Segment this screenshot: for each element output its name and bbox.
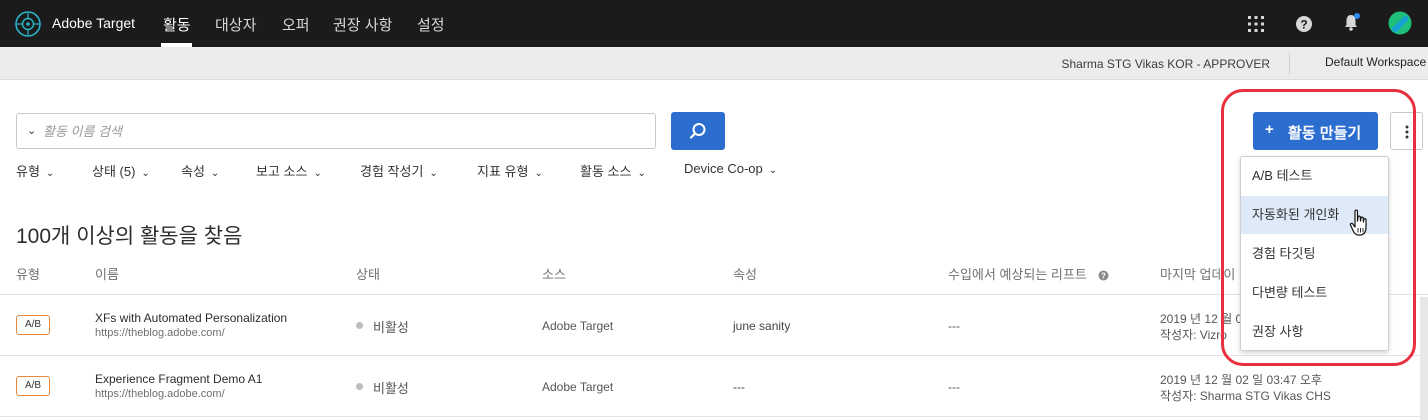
- activity-author: 작성자: Vizro: [1160, 328, 1227, 342]
- chevron-down-icon: ⌄: [141, 168, 150, 179]
- activity-type-badge: A/B: [16, 315, 50, 335]
- filter-label: 상태 (5): [92, 164, 136, 179]
- column-header-revenue-lift[interactable]: 수입에서 예상되는 리프트 ?: [948, 264, 1109, 283]
- filter-label: Device Co-op: [684, 161, 763, 176]
- activity-property: june sanity: [733, 319, 791, 333]
- chevron-down-icon: ⌄: [534, 168, 543, 179]
- workspace-selector[interactable]: Default Workspace: [1325, 55, 1426, 69]
- scrollbar[interactable]: [1420, 297, 1428, 420]
- chevron-down-icon[interactable]: ⌄: [27, 124, 36, 137]
- column-header-status[interactable]: 상태: [356, 264, 380, 283]
- activity-status: 비활성: [373, 320, 409, 335]
- top-navigation-bar: Adobe Target 활동 대상자 오퍼 권장 사항 설정 ?: [0, 0, 1428, 47]
- activity-source: Adobe Target: [542, 319, 614, 333]
- activity-status: 비활성: [373, 381, 409, 396]
- filter-label: 보고 소스: [256, 164, 308, 179]
- divider: [1289, 53, 1290, 75]
- app-name[interactable]: Adobe Target: [52, 15, 135, 31]
- avatar[interactable]: [1388, 11, 1412, 35]
- column-header-source[interactable]: 소스: [542, 264, 566, 283]
- filter-label: 속성: [181, 164, 205, 179]
- nav-settings[interactable]: 설정: [417, 14, 445, 35]
- table-row[interactable]: A/B Experience Fragment Demo A1 https://…: [0, 356, 1428, 417]
- activity-url: https://theblog.adobe.com/: [95, 388, 225, 400]
- search-button[interactable]: [671, 112, 725, 150]
- user-role: Sharma STG Vikas KOR - APPROVER: [1061, 57, 1270, 71]
- chevron-down-icon: ⌄: [637, 168, 646, 179]
- status-dot: [356, 322, 363, 329]
- activity-author: 작성자: Sharma STG Vikas CHS: [1160, 389, 1331, 403]
- filter-type[interactable]: 유형 ⌄: [16, 161, 54, 180]
- activity-type-badge: A/B: [16, 376, 50, 396]
- column-header-type[interactable]: 유형: [16, 264, 40, 283]
- help-icon[interactable]: ?: [1098, 270, 1109, 281]
- filter-label: 지표 유형: [477, 164, 529, 179]
- filter-device-coop[interactable]: Device Co-op ⌄: [684, 161, 777, 176]
- search-input[interactable]: [43, 121, 643, 141]
- target-logo-icon[interactable]: [15, 11, 41, 37]
- column-header-label: 수입에서 예상되는 리프트: [948, 267, 1087, 282]
- column-header-name[interactable]: 이름: [95, 264, 119, 283]
- nav-activities[interactable]: 활동: [163, 14, 191, 35]
- activity-property: ---: [733, 380, 745, 394]
- activity-source: Adobe Target: [542, 380, 614, 394]
- activity-url: https://theblog.adobe.com/: [95, 327, 225, 339]
- results-count: 100개 이상의 활동을 찾음: [16, 225, 243, 248]
- activity-search-box[interactable]: ⌄: [16, 113, 656, 149]
- help-icon[interactable]: ?: [1295, 15, 1313, 33]
- filter-label: 유형: [16, 164, 40, 179]
- activity-name[interactable]: Experience Fragment Demo A1: [95, 372, 262, 386]
- column-header-property[interactable]: 속성: [733, 264, 757, 283]
- bell-icon[interactable]: [1342, 12, 1362, 32]
- activity-name[interactable]: XFs with Automated Personalization: [95, 311, 287, 325]
- nav-offers[interactable]: 오퍼: [282, 14, 310, 35]
- filter-label: 경험 작성기: [360, 164, 424, 179]
- chevron-down-icon: ⌄: [210, 168, 220, 179]
- nav-audiences[interactable]: 대상자: [215, 14, 256, 35]
- filter-label: 활동 소스: [580, 164, 632, 179]
- annotation-highlight: [1221, 89, 1416, 366]
- svg-text:?: ?: [1300, 18, 1307, 32]
- table-row[interactable]: A/B XFs with Automated Personalization h…: [0, 295, 1428, 356]
- status-dot: [356, 383, 363, 390]
- chevron-down-icon: ⌄: [429, 168, 438, 179]
- chevron-down-icon: ⌄: [45, 168, 55, 179]
- workspace-bar: Sharma STG Vikas KOR - APPROVER Default …: [0, 47, 1428, 80]
- filter-activity-source[interactable]: 활동 소스 ⌄: [580, 161, 646, 180]
- filter-metric-type[interactable]: 지표 유형 ⌄: [477, 161, 543, 180]
- filter-property[interactable]: 속성 ⌄: [181, 161, 219, 180]
- activity-last-updated: 2019 년 12 월 02 일 03:47 오후: [1160, 373, 1322, 387]
- apps-grid-icon[interactable]: [1247, 15, 1265, 33]
- chevron-down-icon: ⌄: [768, 165, 778, 176]
- chevron-down-icon: ⌄: [313, 168, 322, 179]
- svg-text:?: ?: [1101, 272, 1106, 281]
- activity-revenue-lift: ---: [948, 319, 960, 333]
- filter-status[interactable]: 상태 (5) ⌄: [92, 161, 150, 180]
- search-icon: [689, 123, 706, 139]
- filter-reporting-source[interactable]: 보고 소스 ⌄: [256, 161, 322, 180]
- filter-experience-composer[interactable]: 경험 작성기 ⌄: [360, 161, 438, 180]
- nav-recommendations[interactable]: 권장 사항: [333, 14, 392, 35]
- activity-revenue-lift: ---: [948, 380, 960, 394]
